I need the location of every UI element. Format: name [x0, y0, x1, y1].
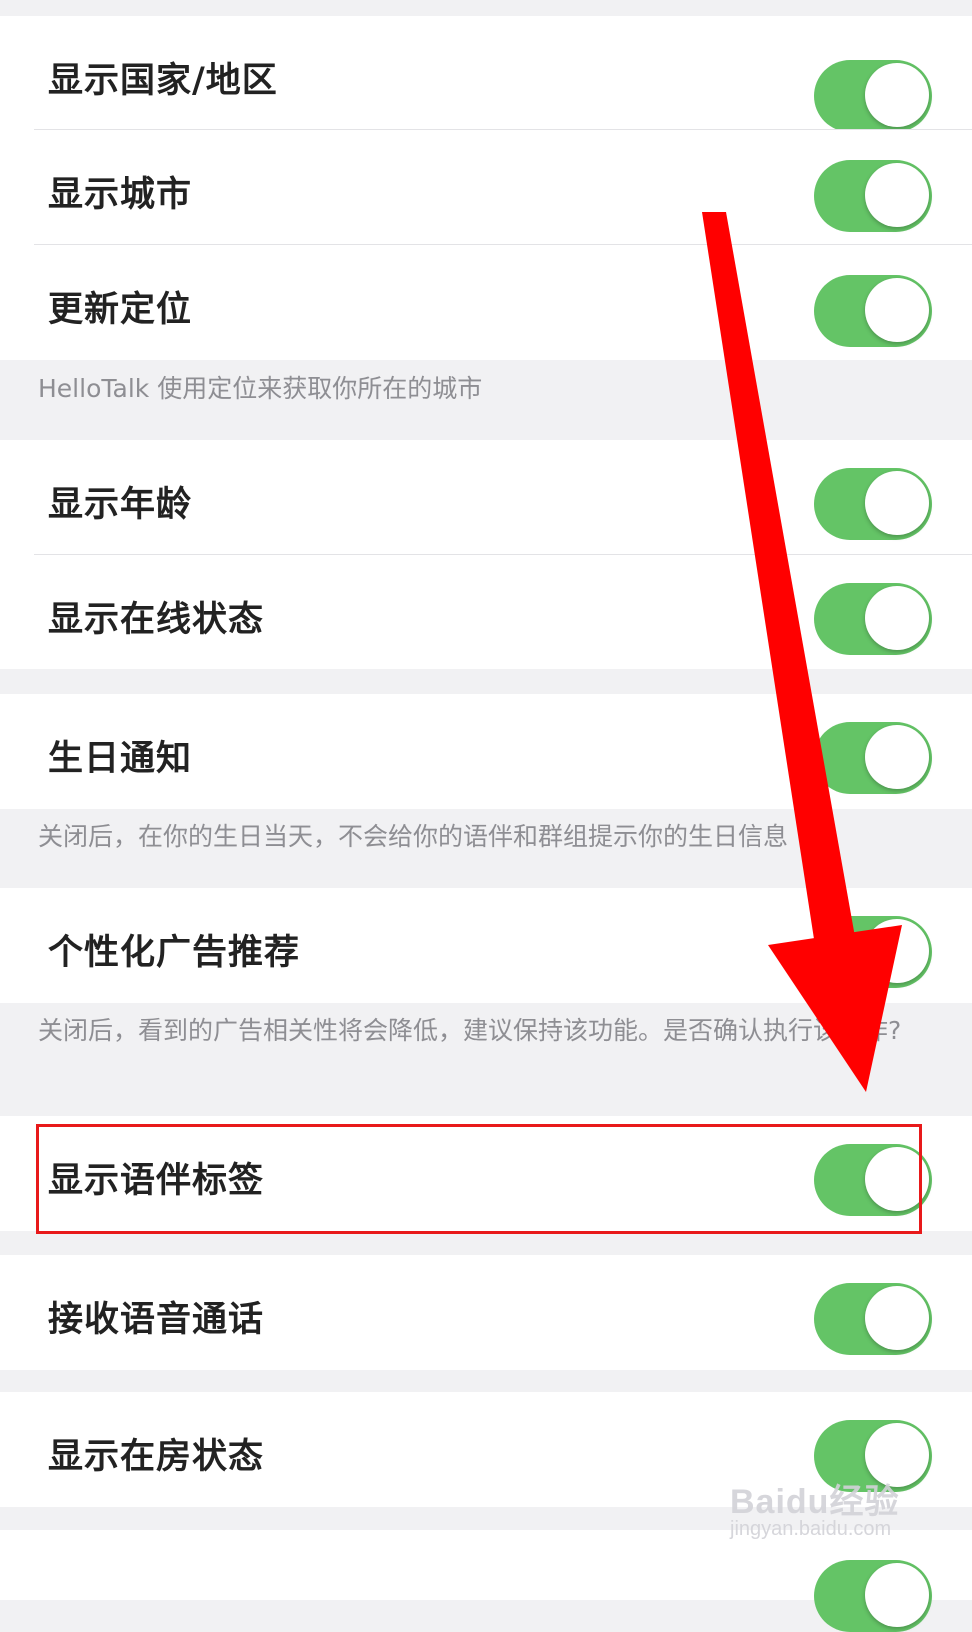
setting-row-show-city: 显示城市 — [0, 130, 972, 245]
setting-label: 显示在线状态 — [48, 600, 265, 640]
setting-label: 生日通知 — [48, 739, 193, 779]
toggle-knob — [865, 586, 929, 650]
setting-row-room-status: 显示在房状态 — [0, 1392, 972, 1507]
setting-label: 显示在房状态 — [48, 1437, 265, 1477]
setting-label: 显示年龄 — [48, 485, 193, 525]
birthday-toggle[interactable] — [814, 722, 932, 794]
setting-row-partner-tag: 显示语伴标签 — [0, 1116, 972, 1231]
toggle-knob — [865, 919, 929, 983]
toggle-knob — [865, 278, 929, 342]
partner-tag-toggle[interactable] — [814, 1144, 932, 1216]
toggle-knob — [865, 1563, 929, 1627]
setting-row-ads: 个性化广告推荐 — [0, 888, 972, 1003]
ads-toggle[interactable] — [814, 916, 932, 988]
setting-label: 显示城市 — [48, 175, 193, 215]
toggle-knob — [865, 725, 929, 789]
online-status-toggle[interactable] — [814, 583, 932, 655]
toggle-knob — [865, 1423, 929, 1487]
setting-row-update-location: 更新定位 — [0, 245, 972, 360]
setting-label: 显示语伴标签 — [48, 1161, 265, 1201]
setting-row-voice-call: 接收语音通话 — [0, 1255, 972, 1370]
setting-label: 显示国家/地区 — [48, 61, 278, 101]
toggle-knob — [865, 1286, 929, 1350]
show-city-toggle[interactable] — [814, 160, 932, 232]
setting-row-birthday: 生日通知 — [0, 694, 972, 809]
show-country-toggle[interactable] — [814, 60, 932, 132]
toggle-knob — [865, 1147, 929, 1211]
setting-label: 个性化广告推荐 — [48, 933, 301, 973]
setting-row-online-status: 显示在线状态 — [0, 555, 972, 669]
toggle-knob — [865, 163, 929, 227]
setting-row-partial — [0, 1530, 972, 1632]
setting-label: 接收语音通话 — [48, 1300, 265, 1340]
room-status-toggle[interactable] — [814, 1420, 932, 1492]
toggle-knob — [865, 63, 929, 127]
setting-label: 更新定位 — [48, 290, 193, 330]
ads-note: 关闭后，看到的广告相关性将会降低，建议保持该功能。是否确认执行该操作? — [38, 1016, 902, 1045]
setting-row-show-country: 显示国家/地区 — [0, 16, 972, 132]
setting-row-show-age: 显示年龄 — [0, 440, 972, 555]
partial-toggle[interactable] — [814, 1560, 932, 1632]
show-age-toggle[interactable] — [814, 468, 932, 540]
location-note: HelloTalk 使用定位来获取你所在的城市 — [38, 374, 483, 403]
voice-call-toggle[interactable] — [814, 1283, 932, 1355]
update-location-toggle[interactable] — [814, 275, 932, 347]
birthday-note: 关闭后，在你的生日当天，不会给你的语伴和群组提示你的生日信息 — [38, 822, 789, 851]
toggle-knob — [865, 471, 929, 535]
